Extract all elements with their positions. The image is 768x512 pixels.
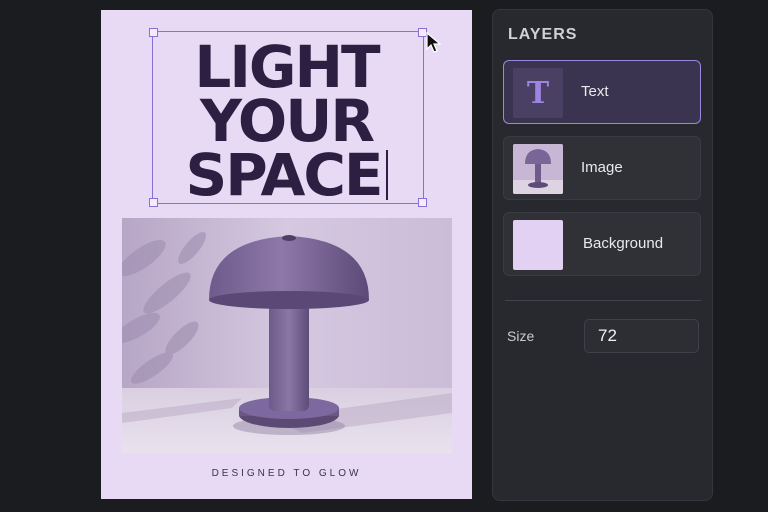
image-layer-thumbnail — [513, 144, 563, 194]
layer-label-image: Image — [581, 159, 623, 176]
size-input[interactable] — [584, 319, 699, 353]
layer-label-background: Background — [583, 235, 664, 252]
lamp-photo[interactable] — [122, 218, 452, 453]
tagline-text[interactable]: DESIGNED TO GLOW — [101, 468, 472, 479]
canvas-poster[interactable]: LIGHT YOUR SPACE DESIGNED TO GLOW — [101, 10, 472, 499]
resize-handle-bottom-right[interactable] — [418, 198, 427, 207]
layer-item-background[interactable]: Background — [503, 212, 701, 276]
resize-handle-top-left[interactable] — [149, 28, 158, 37]
size-label: Size — [507, 328, 535, 344]
layer-label-text: Text — [581, 83, 609, 100]
text-layer-glyph: T — [526, 75, 550, 111]
layer-item-text[interactable]: T Text — [503, 60, 701, 124]
text-layer-icon: T — [513, 68, 563, 118]
background-layer-swatch — [513, 220, 563, 270]
panel-divider — [505, 300, 701, 301]
cursor-arrow-icon — [426, 32, 442, 53]
panel-title: LAYERS — [508, 26, 578, 43]
image-thumb-lamp — [513, 144, 563, 194]
layers-panel: LAYERS T Text Image Background Size — [492, 9, 713, 501]
resize-handle-bottom-left[interactable] — [149, 198, 158, 207]
layer-item-image[interactable]: Image — [503, 136, 701, 200]
lamp-illustration — [122, 218, 452, 453]
selection-box[interactable] — [149, 28, 427, 207]
